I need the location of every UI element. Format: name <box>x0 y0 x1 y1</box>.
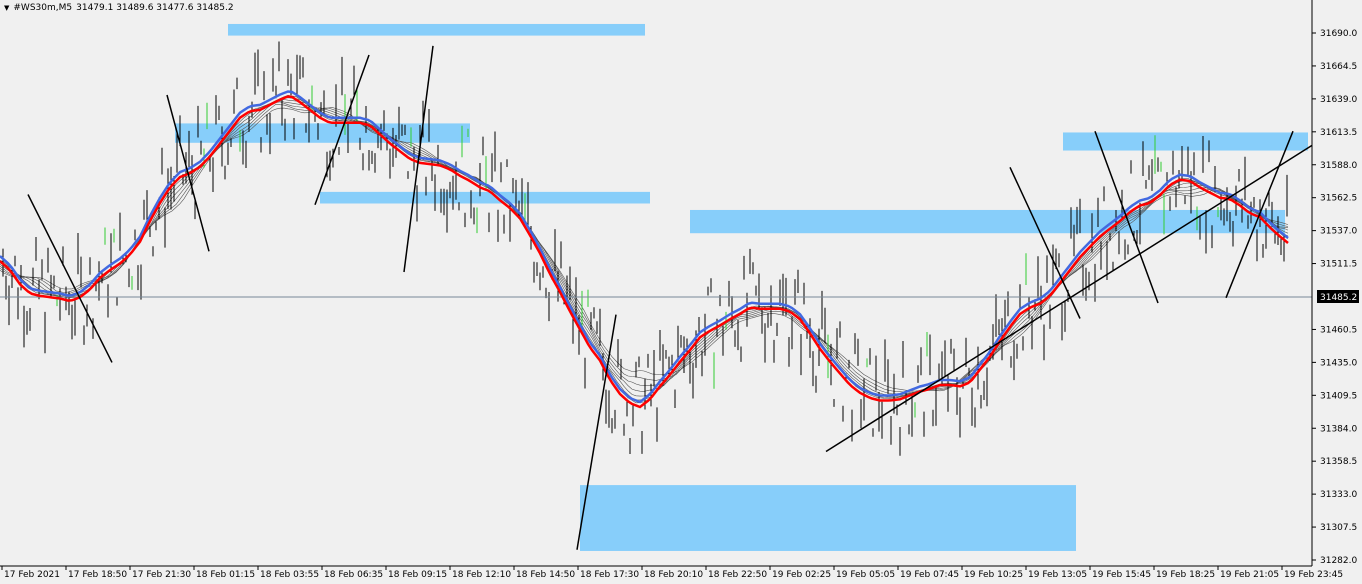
time-tick-label: 17 Feb 18:50 <box>68 570 127 580</box>
time-tick-label: 18 Feb 06:35 <box>324 570 383 580</box>
price-tick-label: 31588.0 <box>1320 161 1357 171</box>
time-tick-label: 17 Feb 2021 <box>4 570 60 580</box>
price-tick-label: 31537.0 <box>1320 227 1357 237</box>
price-tick-label: 31562.5 <box>1320 194 1357 204</box>
time-tick-label: 18 Feb 14:50 <box>516 570 575 580</box>
time-tick-label: 19 Feb 10:25 <box>964 570 1023 580</box>
time-tick-label: 18 Feb 17:30 <box>580 570 639 580</box>
time-tick-label: 17 Feb 21:30 <box>132 570 191 580</box>
price-tick-label: 31307.5 <box>1320 523 1357 533</box>
time-tick-label: 18 Feb 22:50 <box>708 570 767 580</box>
price-tick-label: 31409.5 <box>1320 391 1357 401</box>
time-tick-label: 18 Feb 03:55 <box>260 570 319 580</box>
time-tick-label: 18 Feb 01:15 <box>196 570 255 580</box>
zone-5[interactable] <box>1063 132 1308 151</box>
time-tick-label: 19 Feb 02:25 <box>772 570 831 580</box>
chart-plot[interactable]: 31690.0 31664.5 31639.0 31613.5 31588.0 31562… <box>0 0 1362 584</box>
time-tick-label: 18 Feb 09:15 <box>388 570 447 580</box>
zone-3[interactable] <box>320 191 650 204</box>
ohlc-values: 31479.1 31489.6 31477.6 31485.2 <box>76 3 234 13</box>
time-tick-label: 19 Feb 13:05 <box>1028 570 1087 580</box>
price-tick-label: 31639.0 <box>1320 95 1357 105</box>
price-tick-label: 31690.0 <box>1320 29 1357 39</box>
chart-window[interactable]: 31690.0 31664.5 31639.0 31613.5 31588.0 31562… <box>0 0 1362 584</box>
current-price-tag: 31485.2 <box>1317 290 1359 303</box>
price-tick-label: 31333.0 <box>1320 490 1357 500</box>
symbol-info-bar: ▼ #WS30m,M5 31479.1 31489.6 31477.6 3148… <box>4 3 234 13</box>
price-tick-label: 31664.5 <box>1320 62 1357 72</box>
price-tick-label: 31384.0 <box>1320 424 1357 434</box>
price-tick-label: 31282.0 <box>1320 556 1357 566</box>
price-tick-label: 31511.5 <box>1320 260 1357 270</box>
price-tick-label: 31358.5 <box>1320 457 1357 467</box>
zone-1[interactable] <box>228 23 645 36</box>
symbol-label: #WS30m,M5 <box>13 3 73 13</box>
time-tick-label: 18 Feb 12:10 <box>452 570 511 580</box>
time-tick-label: 18 Feb 20:10 <box>644 570 703 580</box>
zone-4[interactable] <box>690 209 1285 234</box>
price-tick-label: 31435.0 <box>1320 358 1357 368</box>
time-tick-label: 19 Feb 07:45 <box>900 570 959 580</box>
chart-menu-arrow-icon[interactable]: ▼ <box>4 4 9 12</box>
price-tick-label: 31460.5 <box>1320 325 1357 335</box>
time-tick-label: 19 Feb 21:05 <box>1220 570 1279 580</box>
time-tick-label: 19 Feb 15:45 <box>1092 570 1151 580</box>
time-tick-label: 19 Feb 18:25 <box>1156 570 1215 580</box>
time-tick-label: 19 Feb 05:05 <box>836 570 895 580</box>
time-tick-label: 19 Feb 23:45 <box>1284 570 1343 580</box>
current-price-label: 31485.2 <box>1320 293 1357 303</box>
zone-6[interactable] <box>580 485 1076 551</box>
price-tick-label: 31613.5 <box>1320 128 1357 138</box>
